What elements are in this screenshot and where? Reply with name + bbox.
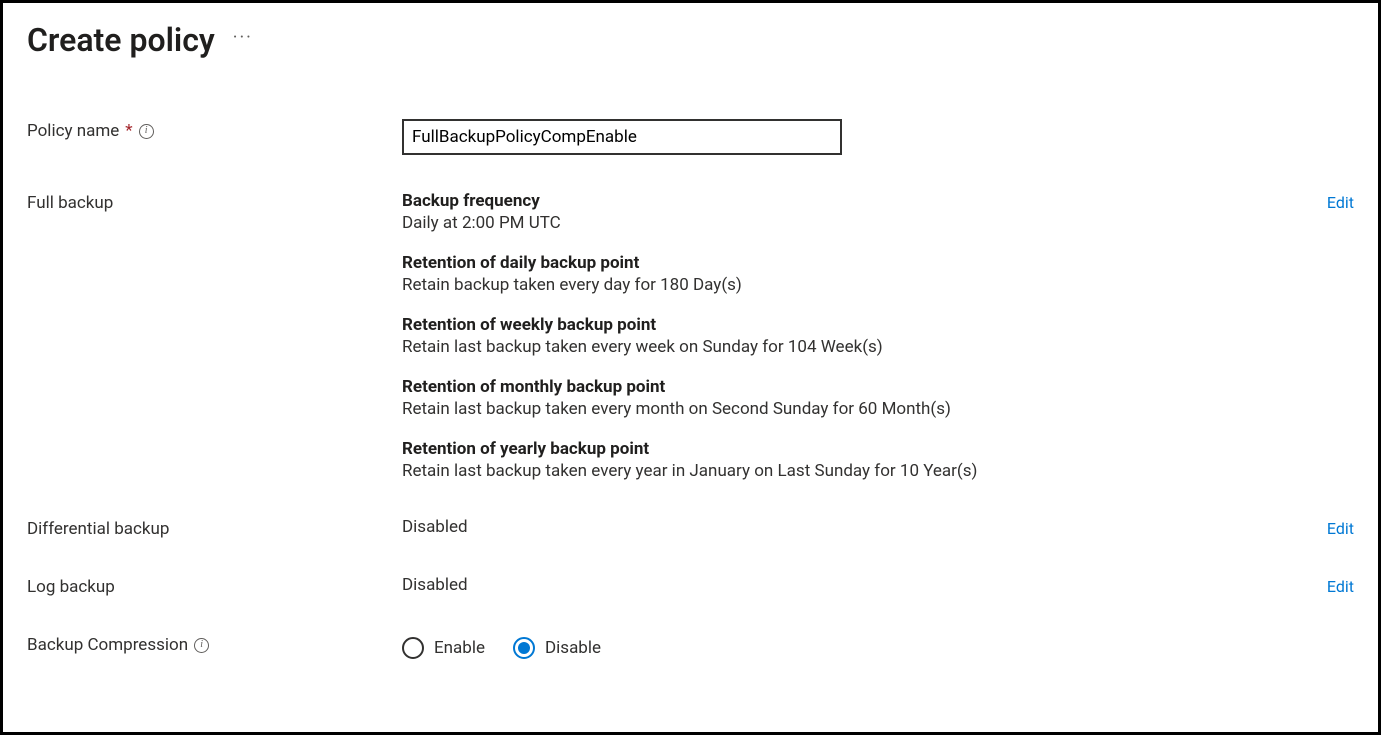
page-title: Create policy [27,21,215,59]
info-icon[interactable]: i [139,124,154,139]
full-backup-summary: Backup frequency Daily at 2:00 PM UTC Re… [402,191,1294,481]
compression-enable-radio[interactable]: Enable [402,637,485,659]
daily-retention-heading: Retention of daily backup point [402,253,1294,273]
backup-frequency-detail: Daily at 2:00 PM UTC [402,213,1294,233]
policy-name-label: Policy name * i [27,119,402,141]
differential-backup-status: Disabled [402,517,1294,537]
create-policy-panel: Create policy ··· Policy name * i Full b… [0,0,1381,735]
differential-backup-edit-link[interactable]: Edit [1294,517,1354,538]
daily-retention-detail: Retain backup taken every day for 180 Da… [402,275,1294,295]
differential-backup-label: Differential backup [27,517,402,539]
full-backup-edit-link[interactable]: Edit [1294,191,1354,212]
form-area: Policy name * i Full backup Backup frequ… [27,119,1354,659]
monthly-retention-detail: Retain last backup taken every month on … [402,399,1294,419]
header-row: Create policy ··· [27,21,1354,59]
required-marker: * [125,121,132,141]
radio-icon [402,637,424,659]
compression-label: Backup Compression i [27,633,402,655]
policy-name-label-text: Policy name [27,121,119,141]
compression-label-text: Backup Compression [27,635,188,655]
backup-frequency-heading: Backup frequency [402,191,1294,211]
more-menu-icon[interactable]: ··· [233,27,253,54]
weekly-retention-detail: Retain last backup taken every week on S… [402,337,1294,357]
compression-radio-group: Enable Disable [402,633,1294,659]
compression-disable-radio[interactable]: Disable [513,637,601,659]
weekly-retention-heading: Retention of weekly backup point [402,315,1294,335]
compression-disable-label: Disable [545,638,601,658]
log-backup-edit-link[interactable]: Edit [1294,575,1354,596]
monthly-retention-heading: Retention of monthly backup point [402,377,1294,397]
full-backup-label: Full backup [27,191,402,213]
log-backup-status: Disabled [402,575,1294,595]
radio-icon [513,637,535,659]
compression-enable-label: Enable [434,638,485,658]
yearly-retention-detail: Retain last backup taken every year in J… [402,461,1294,481]
policy-name-value-cell [402,119,1294,155]
log-backup-label: Log backup [27,575,402,597]
yearly-retention-heading: Retention of yearly backup point [402,439,1294,459]
info-icon[interactable]: i [194,638,209,653]
policy-name-input[interactable] [402,119,842,155]
